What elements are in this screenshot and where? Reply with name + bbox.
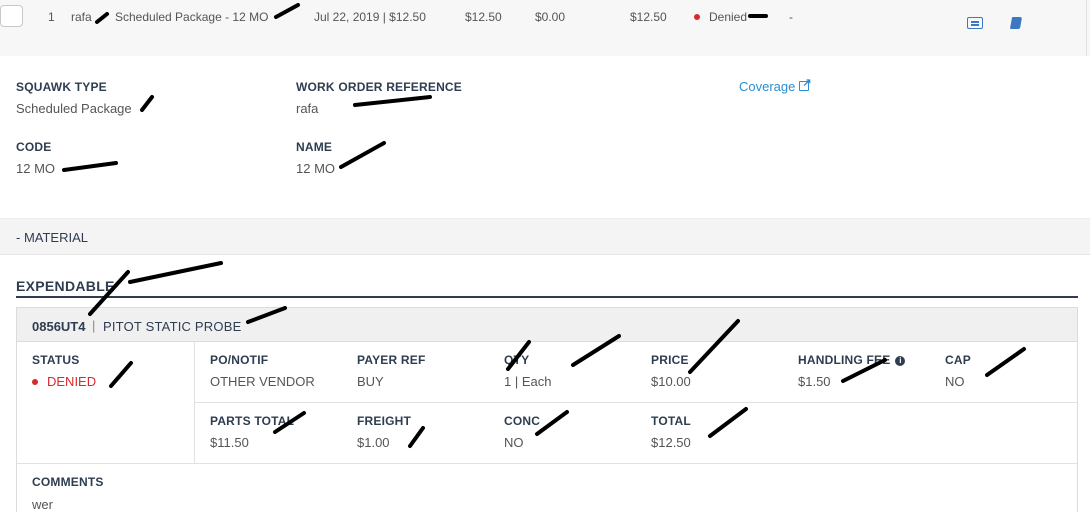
- row-squawk: Scheduled Package - 12 MO: [115, 10, 269, 24]
- row-dash: -: [789, 10, 793, 24]
- part-card-header: 0856UT4 | PITOT STATIC PROBE: [17, 308, 1077, 342]
- wo-ref-label: WORK ORDER REFERENCE: [296, 80, 463, 94]
- name-value: 12 MO: [296, 161, 336, 176]
- row-index: 1: [48, 10, 55, 24]
- redaction-mark: [140, 95, 154, 112]
- comments-label: COMMENTS: [32, 475, 104, 489]
- payer-ref-label: PAYER REF: [357, 353, 426, 367]
- row-amount-1: $12.50: [465, 10, 502, 24]
- price-value: $10.00: [651, 374, 691, 389]
- code-label: CODE: [16, 140, 52, 154]
- po-notif-label: PO/NOTIF: [210, 353, 269, 367]
- status-dot-icon: [694, 14, 700, 20]
- qty-label: QTY: [504, 353, 530, 367]
- book-icon[interactable]: [1009, 17, 1023, 29]
- total-label: TOTAL: [651, 414, 691, 428]
- redaction-mark: [128, 261, 223, 284]
- row-select-checkbox[interactable]: [0, 5, 23, 27]
- squawk-type-label: SQUAWK TYPE: [16, 80, 107, 94]
- status-text: DENIED: [47, 374, 97, 389]
- part-separator: |: [92, 318, 96, 333]
- row-amount-3: $12.50: [630, 10, 667, 24]
- parts-total-label: PARTS TOTAL: [210, 414, 295, 428]
- part-number: 0856UT4: [32, 319, 86, 334]
- cap-label: CAP: [945, 353, 971, 367]
- total-value: $12.50: [651, 435, 691, 450]
- parts-total-value: $11.50: [210, 435, 249, 450]
- row-divider-bottom: [17, 463, 1077, 464]
- row-date-amount: Jul 22, 2019 | $12.50: [314, 10, 426, 24]
- payer-ref-value: BUY: [357, 374, 384, 389]
- status-value: DENIED: [32, 374, 96, 389]
- po-notif-value: OTHER VENDOR: [210, 374, 315, 389]
- squawk-list-row[interactable]: 1 rafa Scheduled Package - 12 MO Jul 22,…: [0, 0, 1090, 56]
- coverage-link-label[interactable]: Coverage: [739, 79, 795, 94]
- redaction-mark: [339, 141, 386, 169]
- part-description: PITOT STATIC PROBE: [103, 319, 242, 334]
- name-label: NAME: [296, 140, 333, 154]
- expendable-divider: [16, 296, 1078, 298]
- conc-value: NO: [504, 435, 524, 450]
- row-amount-2: $0.00: [535, 10, 566, 24]
- row-status: Denied: [694, 10, 747, 24]
- price-label: PRICE: [651, 353, 689, 367]
- cap-value: NO: [945, 374, 965, 389]
- handling-fee-label: HANDLING FEE i: [798, 353, 906, 367]
- handling-fee-text: HANDLING FEE: [798, 353, 891, 367]
- coverage-link[interactable]: Coverage: [739, 76, 812, 94]
- row-divider-mid: [194, 402, 1078, 403]
- material-section-header[interactable]: - MATERIAL: [0, 218, 1090, 255]
- part-card: 0856UT4 | PITOT STATIC PROBE STATUS DENI…: [16, 307, 1078, 512]
- expendable-title: EXPENDABLE: [16, 278, 115, 294]
- row-status-label: Denied: [709, 10, 748, 24]
- external-link-icon[interactable]: [799, 76, 812, 91]
- conc-label: CONC: [504, 414, 541, 428]
- comments-value: wer: [32, 497, 53, 512]
- handling-fee-value: $1.50: [798, 374, 831, 389]
- row-wo-ref: rafa: [71, 10, 92, 24]
- row-divider: [1086, 0, 1087, 56]
- material-toggle[interactable]: - MATERIAL: [16, 230, 88, 245]
- freight-label: FREIGHT: [357, 414, 412, 428]
- status-label: STATUS: [32, 353, 80, 367]
- qty-value: 1 | Each: [504, 374, 552, 389]
- squawk-type-value: Scheduled Package: [16, 101, 132, 116]
- id-card-icon[interactable]: [967, 17, 983, 29]
- redaction-mark: [62, 161, 118, 172]
- freight-value: $1.00: [357, 435, 390, 450]
- info-circle-icon[interactable]: i: [895, 356, 906, 366]
- status-dot-icon: [32, 379, 38, 385]
- code-value: 12 MO: [16, 161, 56, 176]
- wo-ref-value: rafa: [296, 101, 319, 116]
- redaction-mark: [353, 95, 432, 107]
